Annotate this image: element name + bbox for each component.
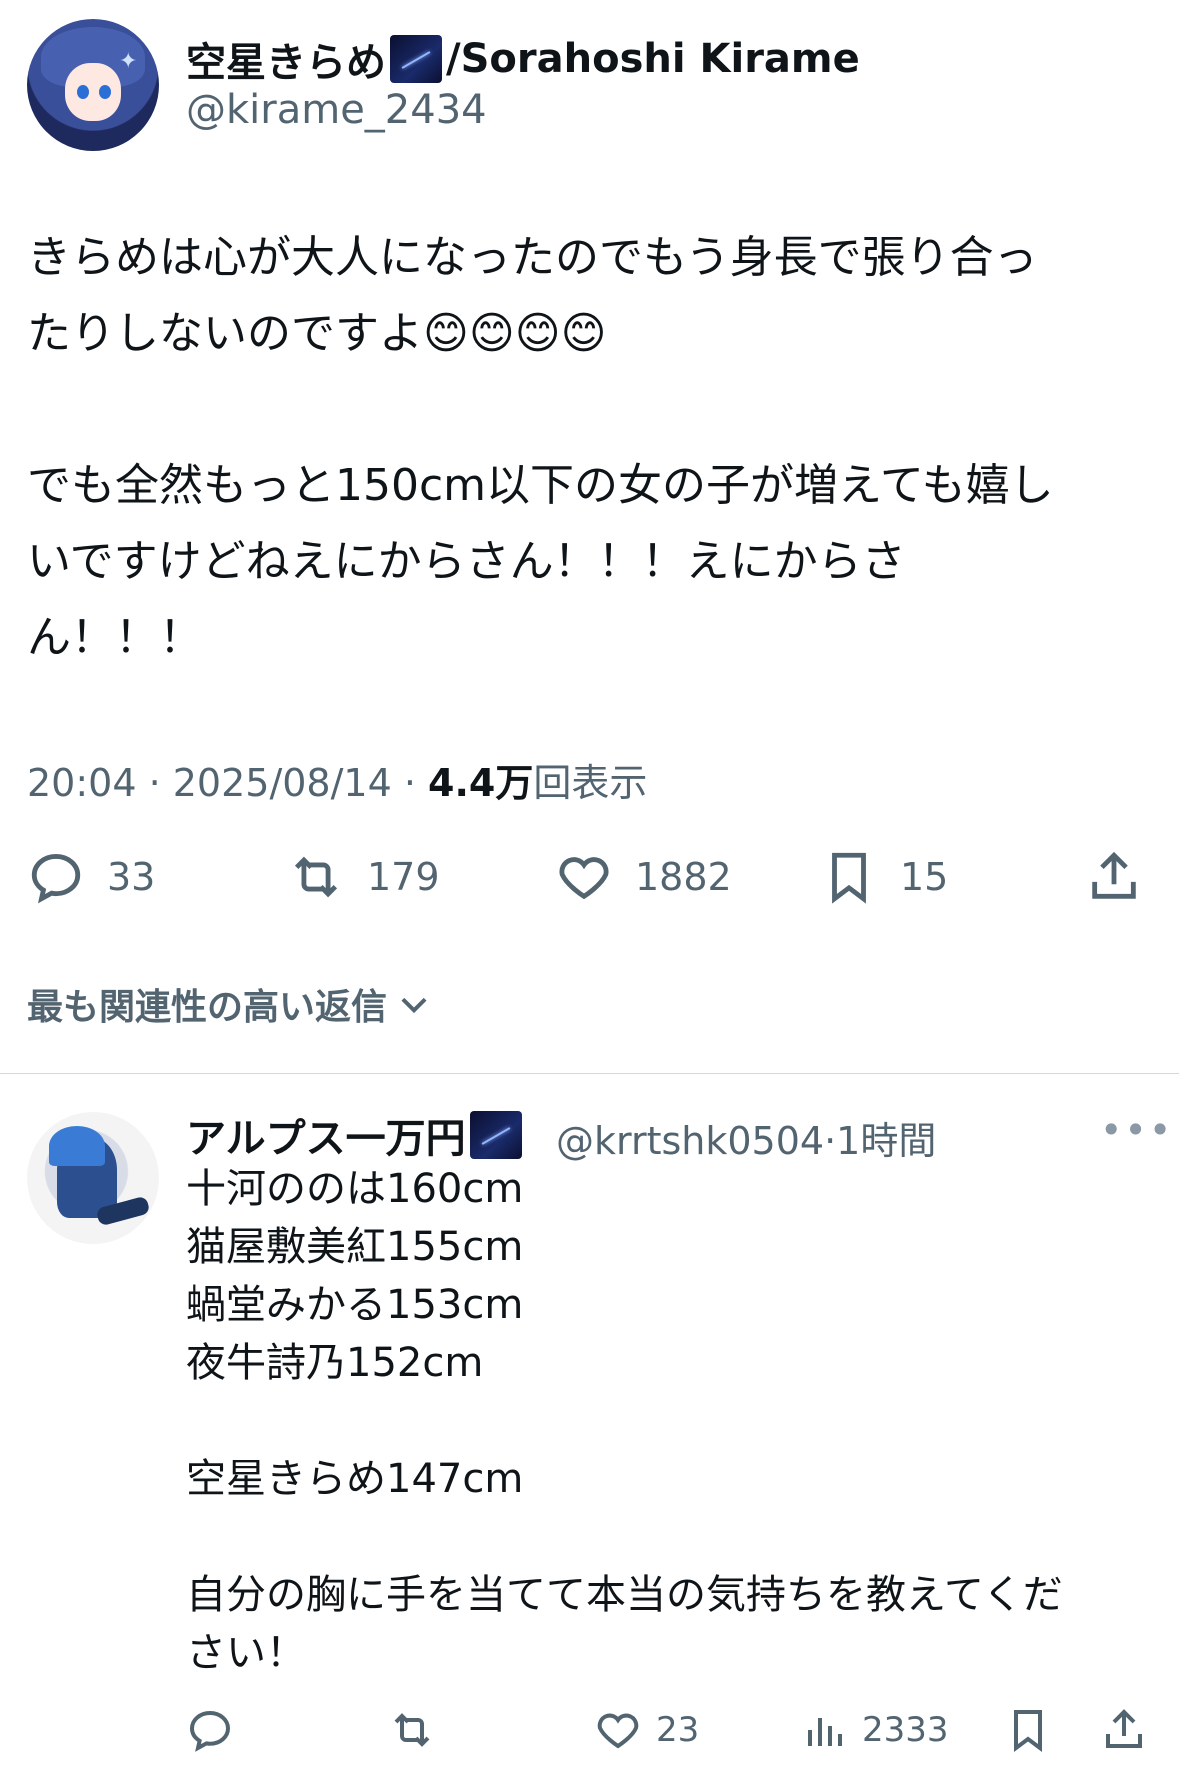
tweet-meta: 20:04 · 2025/08/14 · 4.4万回表示 [27, 752, 647, 807]
reply-bookmark-button[interactable] [1004, 1706, 1052, 1754]
tweet-text: きらめは心が大人になったのでもう身長で張り合っ たりしないのですよ😊😊😊😊 でも… [27, 232, 1054, 663]
reply-like-count: 23 [656, 1710, 700, 1750]
chevron-down-icon [401, 997, 427, 1014]
reply-retweet-button[interactable] [388, 1706, 436, 1754]
reply-text: 十河ののは160cm 猫屋敷美紅155cm 蝸堂みかる153cm 夜牛詩乃152… [186, 1166, 1063, 1676]
author-name-text: 空星きらめ [186, 40, 386, 86]
analytics-icon [808, 1718, 842, 1746]
reply-author-name[interactable]: アルプス一万円 [186, 1106, 522, 1164]
retweet-button[interactable]: 179 [287, 848, 440, 906]
sort-label: 最も関連性の高い返信 [27, 987, 388, 1028]
reply-view-count: 2333 [862, 1710, 949, 1750]
share-icon [1092, 851, 1136, 899]
reply-author-avatar[interactable] [27, 1112, 159, 1244]
reply-like-button[interactable]: 23 [594, 1706, 699, 1754]
retweet-count: 179 [367, 855, 440, 899]
bookmark-button[interactable]: 15 [820, 848, 948, 906]
author-name-suffix: /Sorahoshi Kirame [446, 36, 860, 82]
like-count: 1882 [635, 855, 732, 899]
bookmark-count: 15 [900, 855, 949, 899]
reply-handle-time[interactable]: @krrtshk0504·1時間 [556, 1110, 936, 1165]
view-label: 回表示 [533, 761, 648, 805]
heart-icon [597, 1713, 639, 1749]
reply-time: ·1時間 [824, 1119, 937, 1163]
author-display-name[interactable]: 空星きらめ /Sorahoshi Kirame [186, 30, 860, 88]
author-avatar[interactable]: ✦ [27, 19, 159, 151]
reply-share-button[interactable] [1100, 1706, 1148, 1754]
bookmark-icon [1014, 1710, 1042, 1752]
bookmark-icon [832, 852, 866, 904]
share-icon [1106, 1709, 1142, 1748]
reply-handle: @krrtshk0504 [556, 1119, 825, 1163]
reply-views-button[interactable]: 2333 [800, 1706, 949, 1754]
star-emoji-icon [390, 35, 442, 83]
reply-author-name-text: アルプス一万円 [186, 1116, 466, 1162]
tweet-timestamp[interactable]: 20:04 · 2025/08/14 · [27, 761, 428, 805]
retweet-icon [394, 1713, 430, 1747]
retweet-icon [294, 856, 338, 898]
star-emoji-icon [469, 1111, 522, 1159]
reply-icon [31, 854, 81, 904]
like-button[interactable]: 1882 [555, 848, 732, 906]
heart-icon [559, 857, 609, 900]
reply-icon [189, 1710, 231, 1752]
view-count: 4.4万 [428, 761, 534, 805]
more-options-button[interactable]: ••• [1100, 1108, 1173, 1152]
divider [0, 1073, 1179, 1074]
reply-button[interactable]: 33 [27, 848, 155, 906]
share-button[interactable] [1085, 848, 1143, 906]
reply-reply-button[interactable] [186, 1706, 234, 1754]
reply-sort-dropdown[interactable]: 最も関連性の高い返信 [27, 978, 433, 1030]
author-handle[interactable]: @kirame_2434 [186, 87, 487, 133]
reply-count: 33 [107, 855, 156, 899]
